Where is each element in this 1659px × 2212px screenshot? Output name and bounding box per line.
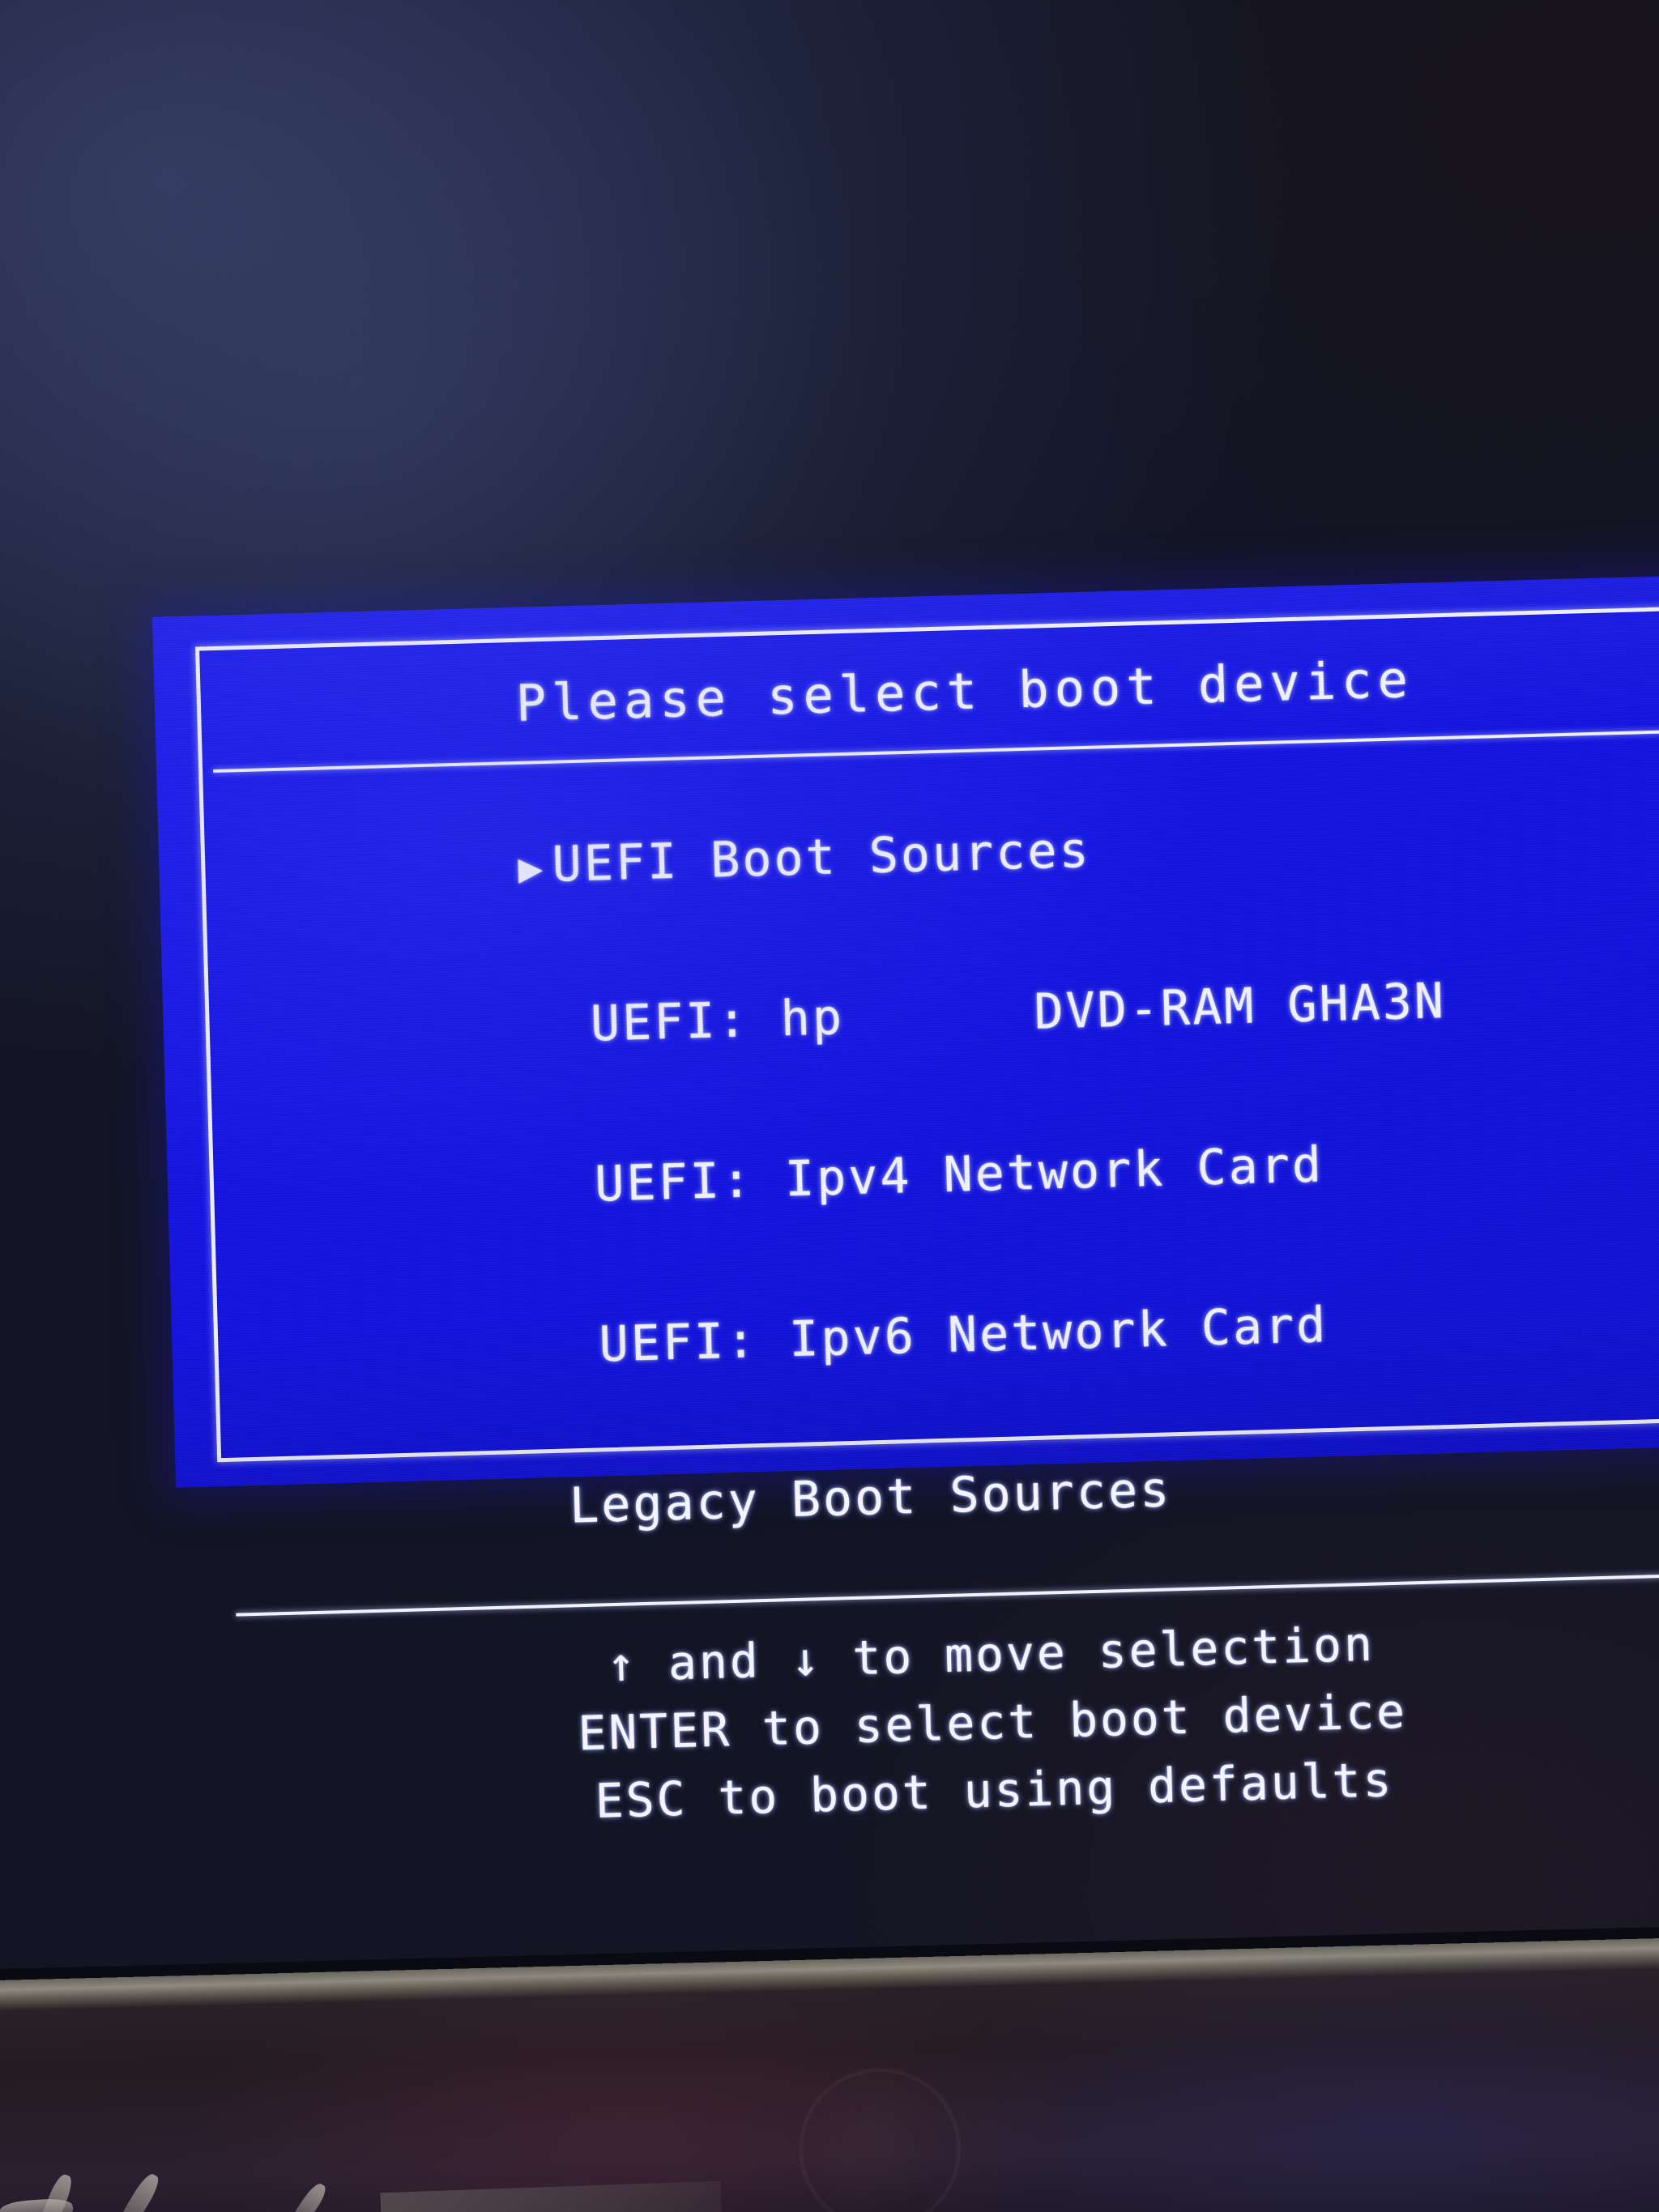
- boot-device-option-label: UEFI: Ipv6 Network Card: [598, 1297, 1329, 1374]
- monitor-bezel: [0, 1925, 1659, 2212]
- dialog-content: Please select boot device ▶ UEFI Boot Sou…: [195, 605, 1659, 1829]
- selection-arrow-icon: ▶: [517, 844, 546, 892]
- boot-device-option-label: UEFI: hp DVD-RAM GHA3N: [590, 972, 1447, 1053]
- boot-device-option-label: UEFI Boot Sources: [551, 821, 1092, 893]
- boot-device-dialog: Please select boot device ▶ UEFI Boot Sou…: [152, 573, 1659, 1829]
- keyboard-hints: ↑ and ↓ to move selection ENTER to selec…: [221, 1575, 1659, 1845]
- dialog-title: Please select boot device: [514, 649, 1414, 733]
- screenshot-root: Please select boot device ▶ UEFI Boot Sou…: [0, 0, 1659, 2212]
- selection-arrow-placeholder-icon: [531, 1362, 565, 1363]
- boot-device-option-label: UEFI: Ipv4 Network Card: [594, 1136, 1324, 1213]
- boot-device-list: ▶ UEFI Boot Sources UEFI: hp DVD-RAM GHA3…: [198, 731, 1659, 1596]
- selection-arrow-placeholder-icon: [536, 1522, 570, 1523]
- selection-arrow-placeholder-icon: [527, 1202, 561, 1203]
- boot-device-option-label: Legacy Boot Sources: [569, 1461, 1173, 1535]
